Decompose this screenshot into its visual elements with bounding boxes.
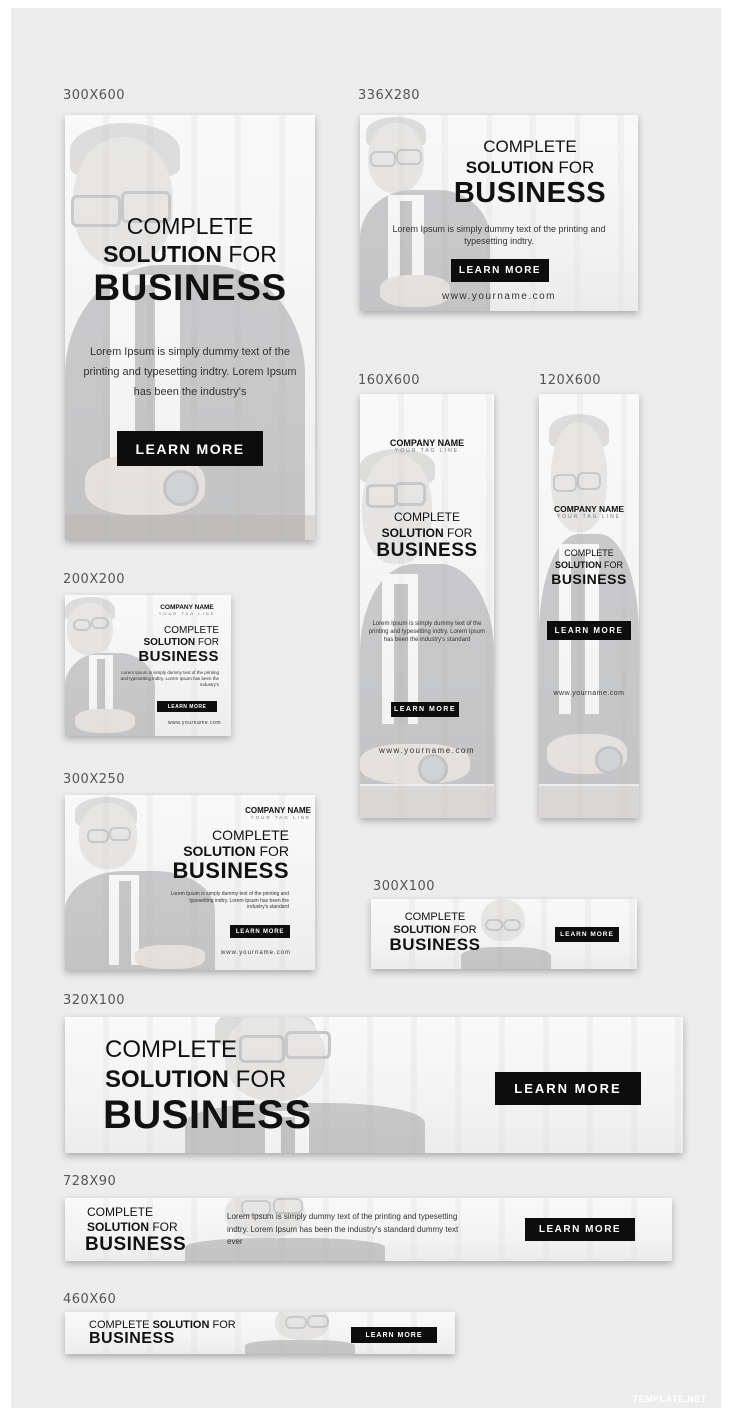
tagline: YOUR TAG LINE [158, 611, 216, 616]
website-url[interactable]: www.yourname.com [195, 950, 291, 956]
banner-320x100[interactable]: COMPLETE SOLUTION FOR BUSINESS LEARN MOR… [65, 1017, 683, 1153]
headline-line3: BUSINESS [453, 177, 607, 209]
headline-line1: COMPLETE [564, 548, 614, 558]
website-url[interactable]: www.yourname.com [360, 746, 494, 755]
banner-160x600[interactable]: COMPANY NAME YOUR TAG LINE COMPLETE SOLU… [360, 394, 494, 818]
body-text: Lorem Ipsum is simply dummy text of the … [392, 224, 606, 246]
headline-line3: BUSINESS [138, 648, 219, 665]
size-label-300x600: 300X600 [63, 88, 126, 103]
headline-line2: SOLUTION FOR [183, 843, 289, 859]
learn-more-button[interactable]: LEARN MORE [451, 259, 549, 282]
company-name: COMPANY NAME [160, 604, 214, 611]
size-label-200x200: 200X200 [63, 572, 126, 587]
banner-300x600[interactable]: COMPLETE SOLUTION FOR BUSINESS Lorem Ips… [65, 115, 315, 540]
headline-line2: SOLUTION FOR [465, 158, 595, 177]
body-text: Lorem Ipsum is simply dummy text of the … [368, 621, 486, 643]
headline-line1: COMPLETE [126, 213, 254, 239]
learn-more-button[interactable]: LEARN MORE [555, 927, 619, 942]
headline-line3: BUSINESS [172, 858, 289, 883]
website-url[interactable]: www.yourname.com [155, 720, 221, 726]
size-label-728x90: 728X90 [63, 1174, 117, 1189]
learn-more-button[interactable]: LEARN MORE [391, 702, 459, 717]
headline-line3: BUSINESS [89, 1330, 175, 1347]
headline-line2: SOLUTION FOR [87, 1220, 178, 1234]
headline-line1: COMPLETE [105, 1036, 238, 1063]
headline-line2: SOLUTION FOR [554, 560, 623, 570]
headline-line1: COMPLETE [483, 137, 577, 156]
headline-line3: BUSINESS [376, 540, 478, 561]
website-url[interactable]: www.yourname.com [360, 291, 638, 302]
banner-728x90[interactable]: COMPLETE SOLUTION FOR BUSINESS Lorem Ips… [65, 1198, 672, 1261]
headline-line2: SOLUTION FOR [105, 1066, 287, 1093]
headline-line3: BUSINESS [85, 1234, 187, 1255]
size-label-460x60: 460X60 [63, 1292, 117, 1307]
banner-120x600[interactable]: COMPANY NAME YOUR TAG LINE COMPLETE SOLU… [539, 394, 639, 818]
body-text: Lorem Ipsum is simply dummy text of the … [227, 1212, 459, 1246]
learn-more-button[interactable]: LEARN MORE [495, 1072, 641, 1105]
headline-line3: BUSINESS [551, 571, 627, 587]
banner-336x280[interactable]: COMPLETE SOLUTION FOR BUSINESS Lorem Ips… [360, 115, 638, 311]
banner-460x60[interactable]: COMPLETE SOLUTION FOR BUSINESS LEARN MOR… [65, 1312, 455, 1354]
learn-more-button[interactable]: LEARN MORE [117, 431, 263, 466]
body-text: Lorem Ipsum is simply dummy text of the … [170, 891, 289, 910]
headline-line1: COMPLETE [211, 827, 289, 843]
learn-more-button[interactable]: LEARN MORE [230, 925, 290, 938]
company-name: COMPANY NAME [389, 438, 465, 448]
headline-line2: SOLUTION FOR [143, 637, 219, 648]
company-name: COMPANY NAME [245, 806, 311, 815]
tagline: YOUR TAG LINE [250, 815, 311, 820]
headline-line3: BUSINESS [103, 1093, 312, 1137]
headline-line1: COMPLETE [404, 911, 466, 923]
company-name: COMPANY NAME [553, 504, 625, 514]
headline-line1: COMPLETE [163, 625, 219, 636]
headline-line3: BUSINESS [93, 267, 287, 308]
headline-line2: SOLUTION FOR [381, 526, 473, 540]
tagline: YOUR TAG LINE [394, 448, 460, 454]
size-label-300x100: 300X100 [373, 879, 436, 894]
banner-300x250[interactable]: COMPANY NAME YOUR TAG LINE COMPLETE SOLU… [65, 795, 315, 970]
banner-200x200[interactable]: COMPANY NAME YOUR TAG LINE COMPLETE SOLU… [65, 595, 231, 736]
body-text: Lorem Ipsum is simply dummy text of the … [120, 670, 219, 687]
headline-line3: BUSINESS [389, 935, 481, 954]
learn-more-button[interactable]: LEARN MORE [351, 1327, 437, 1343]
tagline: YOUR TAG LINE [556, 514, 622, 520]
website-url[interactable]: www.yourname.com [539, 690, 639, 697]
size-label-300x250: 300X250 [63, 772, 126, 787]
headline-line2: SOLUTION FOR [103, 241, 277, 267]
learn-more-button[interactable]: LEARN MORE [525, 1218, 635, 1241]
size-label-320x100: 320X100 [63, 993, 126, 1008]
template-watermark: TEMPLATE.NET [632, 1394, 707, 1404]
size-label-120x600: 120X600 [539, 373, 602, 388]
headline-line1: COMPLETE [393, 510, 460, 524]
learn-more-button[interactable]: LEARN MORE [157, 701, 217, 712]
template-canvas: 300X600 COMPLETE SOLUTION FOR BUSINESS L… [11, 8, 721, 1408]
banner-300x100[interactable]: COMPLETE SOLUTION FOR BUSINESS LEARN MOR… [371, 899, 637, 969]
size-label-336x280: 336X280 [358, 88, 421, 103]
learn-more-button[interactable]: LEARN MORE [547, 621, 631, 640]
size-label-160x600: 160X600 [358, 373, 421, 388]
body-text: Lorem Ipsum is simply dummy text of the … [83, 346, 297, 398]
headline-line1: COMPLETE [87, 1205, 154, 1219]
